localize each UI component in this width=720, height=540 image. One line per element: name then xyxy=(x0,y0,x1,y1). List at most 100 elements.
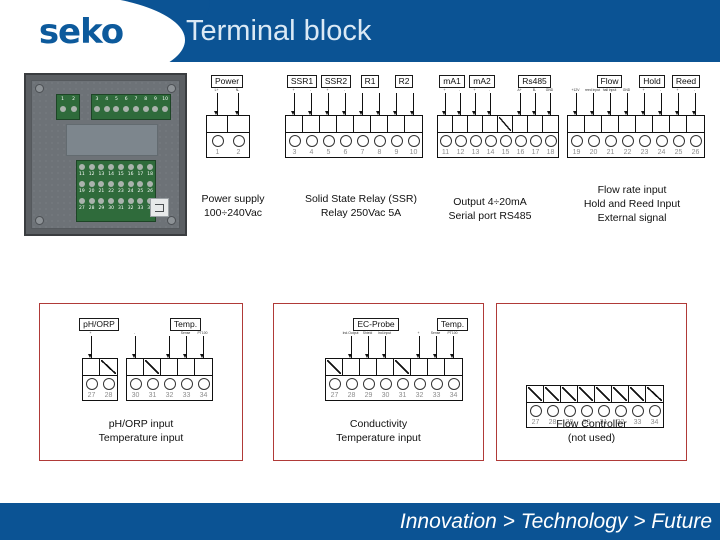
terminal-hole-icon xyxy=(580,404,593,417)
terminal-number: 30 xyxy=(131,392,140,399)
terminal-number: 11 xyxy=(441,149,450,156)
terminal-tag-slot: EC-Probe xyxy=(342,318,410,331)
terminal-lead xyxy=(628,363,645,385)
terminal-screw-hole xyxy=(354,133,371,148)
terminal-cell-row xyxy=(83,359,117,376)
terminal-screw-hole xyxy=(619,133,636,148)
terminal-tag-label: Temp. xyxy=(436,318,469,331)
caption-power-supply: Power supply 100÷240Vac xyxy=(178,192,288,220)
terminal-screw-hole xyxy=(544,403,561,418)
diagram-ph-orp: pH/ORP +27 28 Temp. - Sense PT100 30 31 32 33 34 xyxy=(79,318,213,402)
terminal-tag-label: Rs485 xyxy=(518,75,551,88)
terminal-lead xyxy=(444,336,461,358)
terminal-cell xyxy=(568,116,585,132)
terminal-hole-icon xyxy=(529,134,542,147)
panel-display xyxy=(66,124,158,156)
terminal-hole-row xyxy=(127,376,212,391)
terminal-cell-row xyxy=(438,116,558,133)
terminal-screw-hole xyxy=(411,376,428,391)
terminal-hole-icon xyxy=(546,404,559,417)
terminal-hole-icon xyxy=(328,377,341,390)
terminal-lead xyxy=(527,93,542,115)
terminal-lead xyxy=(319,93,336,115)
terminal-number: 21 xyxy=(606,149,615,156)
photo-terminal-number: 22 xyxy=(108,189,114,194)
terminal-tag-label: Temp. xyxy=(169,318,202,331)
terminal-tag-slot: Temp. xyxy=(427,318,478,331)
terminal-lead xyxy=(410,336,427,358)
terminal-tag-label: R2 xyxy=(394,75,414,88)
terminal-tag-row: Flow Hold Reed xyxy=(567,75,705,88)
page-footer: Innovation > Technology > Future xyxy=(0,503,720,540)
terminal-number: 23 xyxy=(640,149,649,156)
terminal-tag-label: SSR1 xyxy=(286,75,318,88)
caption-flow-input: Flow rate input Hold and Reed Input Extern… xyxy=(550,183,714,225)
caption-line: Output 4÷20mA xyxy=(453,196,527,208)
photo-terminal-screw xyxy=(93,106,100,112)
photo-terminal-number: 2 xyxy=(72,97,75,102)
terminal-hole-icon xyxy=(454,134,467,147)
terminal-lead xyxy=(601,93,618,115)
terminal-number: 20 xyxy=(589,149,598,156)
terminal-cell xyxy=(619,116,636,132)
terminal-hole-icon xyxy=(672,134,685,147)
terminal-screw-hole xyxy=(326,376,343,391)
terminal-hole-row xyxy=(527,403,663,418)
terminal-screw-hole xyxy=(178,376,195,391)
terminal-number: 16 xyxy=(516,149,525,156)
photo-terminal-screw xyxy=(88,180,95,187)
terminal-number: 33 xyxy=(432,392,441,399)
terminal-screw-hole xyxy=(303,133,320,148)
terminal-number: 32 xyxy=(415,392,424,399)
photo-terminal-screw xyxy=(78,180,85,187)
terminal-hole-icon xyxy=(232,134,245,147)
terminal-hole-icon xyxy=(102,377,115,390)
photo-terminal-number: 15 xyxy=(118,172,124,177)
terminal-number: 6 xyxy=(343,149,348,156)
terminal-lead xyxy=(512,93,527,115)
terminal-cell xyxy=(228,116,249,132)
terminal-cell-row xyxy=(207,116,249,133)
photo-terminal-number: 25 xyxy=(137,189,144,194)
terminal-number: 17 xyxy=(531,149,540,156)
terminal-hole-icon xyxy=(439,134,452,147)
photo-terminal-screw xyxy=(137,180,144,187)
terminal-number: 2 xyxy=(236,149,241,156)
caption-conductivity: Conductivity Temperature input xyxy=(274,417,483,445)
caption-ssr: Solid State Relay (SSR) Relay 250Vac 5A xyxy=(282,192,440,220)
photo-terminal-screw xyxy=(103,106,110,112)
photo-terminal-number: 16 xyxy=(127,172,134,177)
terminal-hole-icon xyxy=(390,134,403,147)
caption-line: Serial port RS485 xyxy=(448,210,532,222)
terminal-lead xyxy=(543,363,560,385)
terminal-cell xyxy=(468,116,483,132)
terminal-tag-label: EC-Probe xyxy=(353,318,399,331)
photo-terminal-screw xyxy=(98,163,105,170)
photo-terminal-screw xyxy=(59,106,66,112)
photo-terminal-screw xyxy=(108,163,115,170)
terminal-cell-unused xyxy=(394,359,411,375)
terminal-tag-row: pH/ORP xyxy=(79,318,119,331)
terminal-cell xyxy=(528,116,543,132)
terminal-lead xyxy=(669,93,686,115)
terminal-cell-unused xyxy=(326,359,343,375)
photo-terminal-number: 32 xyxy=(127,206,134,211)
terminal-screw-hole xyxy=(83,376,100,391)
terminal-hole-icon xyxy=(570,134,583,147)
terminal-lead xyxy=(370,93,387,115)
photo-terminal-group-345: 11 12 13 14 15 16 17 18 19 20 21 22 23 24 25 26 27 28 29… xyxy=(76,160,156,222)
terminal-number: 15 xyxy=(501,149,510,156)
terminal-screw-hole xyxy=(528,133,543,148)
photo-terminal-screw xyxy=(108,197,115,204)
terminal-cell xyxy=(371,116,388,132)
terminal-lead xyxy=(126,336,143,358)
terminal-screw-hole xyxy=(371,133,388,148)
panel-button[interactable] xyxy=(150,198,169,217)
caption-line: 100÷240Vac xyxy=(203,207,263,219)
terminal-number: 3 xyxy=(292,149,297,156)
photo-terminal-number: 5 xyxy=(114,97,118,102)
ph-orp-input-box: pH/ORP +27 28 Temp. - Sense PT100 30 31 32 33 34 pH… xyxy=(39,303,243,461)
terminal-group: Temp. - Sense PT100 30 31 32 33 34 xyxy=(126,318,213,402)
photo-terminal-number: 1 xyxy=(61,97,64,102)
seko-logo[interactable]: seko xyxy=(6,4,166,60)
